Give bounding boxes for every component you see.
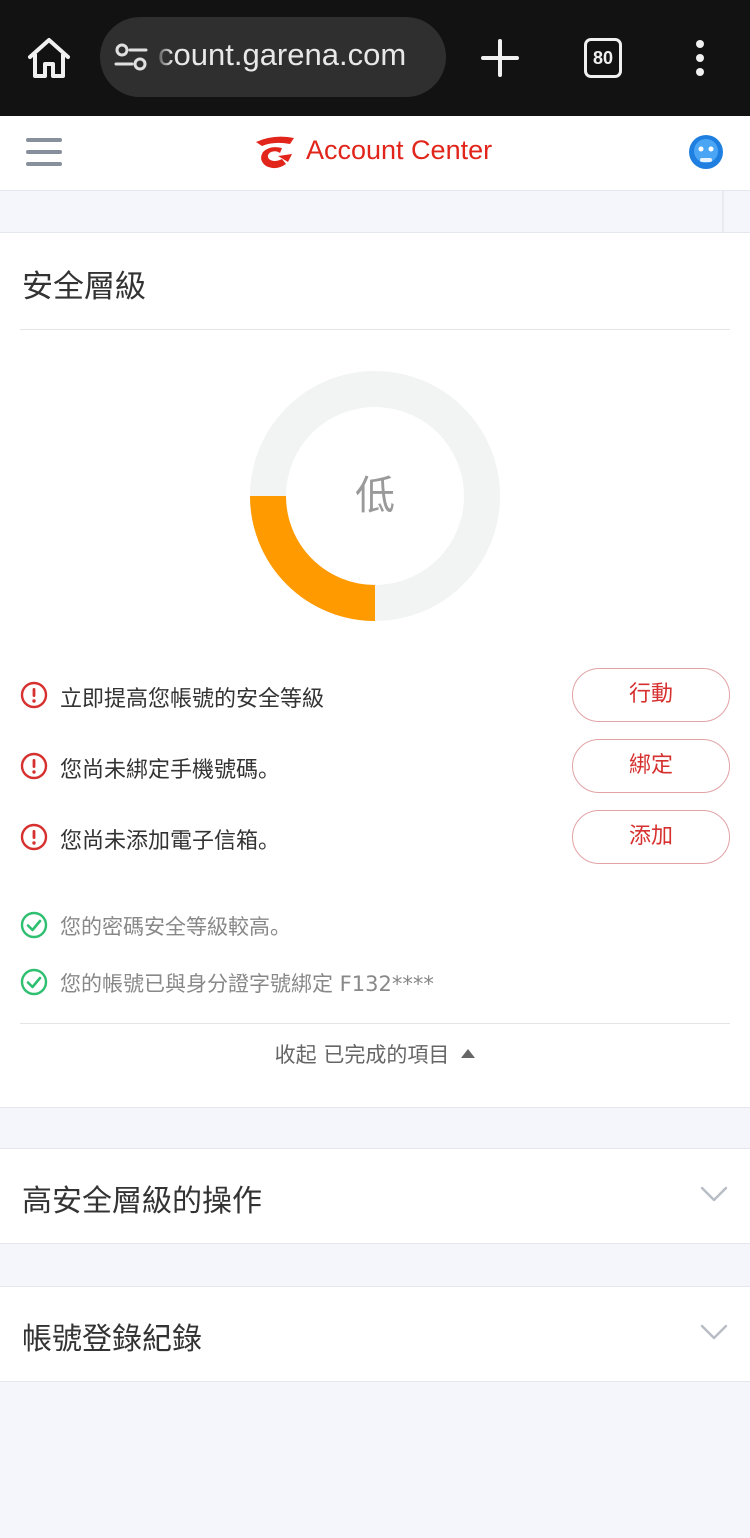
security-level-label: 低: [355, 473, 395, 519]
task-row: 您尚未綁定手機號碼。 綁定: [20, 738, 730, 794]
login-history-section[interactable]: 帳號登錄紀錄: [0, 1286, 750, 1382]
site-settings-icon[interactable]: [114, 43, 148, 71]
completed-item: 您的密碼安全等級較高。: [20, 905, 730, 945]
browser-toolbar: count.garena.com 80: [0, 0, 750, 116]
task-row: 您尚未添加電子信箱。 添加: [20, 809, 730, 865]
collapse-label: 收起 已完成的項目: [274, 1043, 450, 1067]
avatar[interactable]: [688, 134, 724, 170]
home-icon[interactable]: [26, 36, 72, 80]
completed-item: 您的帳號已與身分證字號綁定 F132****: [20, 962, 730, 1002]
task-text: 立即提高您帳號的安全等級: [60, 687, 325, 712]
section-title: 帳號登錄紀錄: [22, 1322, 202, 1357]
address-bar[interactable]: count.garena.com: [100, 17, 446, 97]
collapse-completed-toggle[interactable]: 收起 已完成的項目: [0, 1039, 750, 1089]
chevron-down-icon: [700, 1324, 728, 1340]
garena-logo-icon: [256, 136, 294, 169]
check-circle-icon: [20, 911, 48, 939]
warning-icon: [20, 752, 48, 780]
divider: [20, 329, 730, 330]
warning-icon: [20, 681, 48, 709]
bind-phone-button[interactable]: 綁定: [572, 739, 730, 793]
chevron-down-icon: [700, 1186, 728, 1202]
high-security-actions-section[interactable]: 高安全層級的操作: [0, 1148, 750, 1244]
url-fade: [154, 17, 172, 97]
completed-text: 您的密碼安全等級較高。: [60, 915, 291, 939]
hamburger-menu-icon[interactable]: [26, 136, 62, 168]
check-circle-icon: [20, 968, 48, 996]
task-text: 您尚未綁定手機號碼。: [60, 758, 281, 783]
url-text: count.garena.com: [158, 37, 407, 72]
task-row: 立即提高您帳號的安全等級 行動: [20, 667, 730, 723]
section-title: 高安全層級的操作: [22, 1184, 262, 1219]
completed-text: 您的帳號已與身分證字號綁定 F132****: [60, 972, 434, 996]
divider: [20, 1023, 730, 1024]
add-email-button[interactable]: 添加: [572, 810, 730, 864]
security-level-card: 安全層級 低 立即提高您帳號的安全等級 行動 您尚未綁定手機號碼。 綁定 您尚未…: [0, 232, 750, 1108]
more-menu-icon[interactable]: [692, 40, 708, 76]
section-title: 安全層級: [22, 269, 146, 305]
action-button[interactable]: 行動: [572, 668, 730, 722]
tab-switcher-button[interactable]: 80: [584, 38, 622, 78]
warning-icon: [20, 823, 48, 851]
caret-up-icon: [461, 1048, 476, 1058]
app-header: Account Center: [0, 116, 750, 191]
task-text: 您尚未添加電子信箱。: [60, 829, 281, 854]
new-tab-icon[interactable]: [480, 38, 520, 78]
page-title: Account Center: [306, 135, 493, 165]
